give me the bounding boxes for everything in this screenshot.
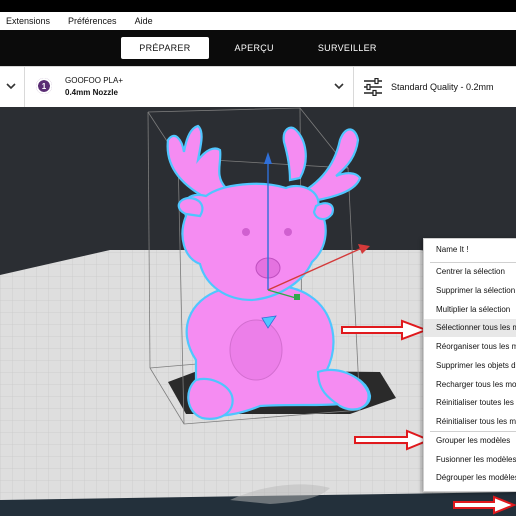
menu-bar: Extensions Préférences Aide xyxy=(0,12,516,30)
menu-separator xyxy=(430,262,516,263)
ctx-item-delete-selection[interactable]: Supprimer la sélection xyxy=(436,286,515,295)
stage-bar: PRÉPARER APERÇU SURVEILLER xyxy=(0,30,516,66)
arrow-right-icon xyxy=(453,495,516,515)
chevron-down-icon[interactable] xyxy=(4,79,18,93)
material-name[interactable]: GOOFOO PLA+ xyxy=(65,76,123,85)
divider xyxy=(353,67,354,107)
menu-separator xyxy=(430,431,516,432)
extruder-badge: 1 xyxy=(36,78,52,94)
ctx-item-reload-all[interactable]: Recharger tous les modèles xyxy=(436,380,516,389)
ctx-item-reset-positions[interactable]: Réinitialiser toutes les positions des m… xyxy=(436,398,516,407)
tab-apercu[interactable]: APERÇU xyxy=(217,37,292,59)
ctx-item-multiply-selection[interactable]: Multiplier la sélection xyxy=(436,305,510,314)
ctx-item-ungroup-models[interactable]: Dégrouper les modèles xyxy=(436,473,516,482)
arrow-right-icon xyxy=(341,319,429,341)
ctx-item-arrange-all[interactable]: Réorganiser tous les modèles xyxy=(436,342,516,351)
ctx-item-group-models[interactable]: Grouper les modèles xyxy=(436,436,510,445)
chevron-down-icon[interactable] xyxy=(332,79,346,93)
printer-config-bar: 1 GOOFOO PLA+ 0.4mm Nozzle Standard Qual… xyxy=(0,66,516,108)
context-menu: Name It ! Centrer la sélection Supprimer… xyxy=(423,238,516,492)
menu-extensions[interactable]: Extensions xyxy=(6,16,50,26)
divider xyxy=(24,67,25,107)
extruder-number: 1 xyxy=(37,79,51,93)
ctx-item-reset-all[interactable]: Réinitialiser tous les modèles xyxy=(436,417,516,426)
menu-aide[interactable]: Aide xyxy=(135,16,153,26)
ctx-item-name-it[interactable]: Name It ! xyxy=(436,245,468,254)
tab-surveiller[interactable]: SURVEILLER xyxy=(300,37,395,59)
nozzle-label: 0.4mm Nozzle xyxy=(65,88,118,97)
settings-sliders-icon[interactable] xyxy=(363,78,383,96)
menu-preferences[interactable]: Préférences xyxy=(68,16,117,26)
ctx-item-merge-models[interactable]: Fusionner les modèles xyxy=(436,455,516,464)
print-quality-label[interactable]: Standard Quality - 0.2mm xyxy=(391,82,494,92)
tab-preparer[interactable]: PRÉPARER xyxy=(121,37,209,59)
ctx-item-select-all[interactable]: Sélectionner tous les modèles xyxy=(436,323,516,332)
arrow-right-icon xyxy=(354,429,432,451)
ctx-item-center-selection[interactable]: Centrer la sélection xyxy=(436,267,505,276)
ctx-item-clear-plate[interactable]: Supprimer les objets de la plateforme xyxy=(436,361,516,370)
